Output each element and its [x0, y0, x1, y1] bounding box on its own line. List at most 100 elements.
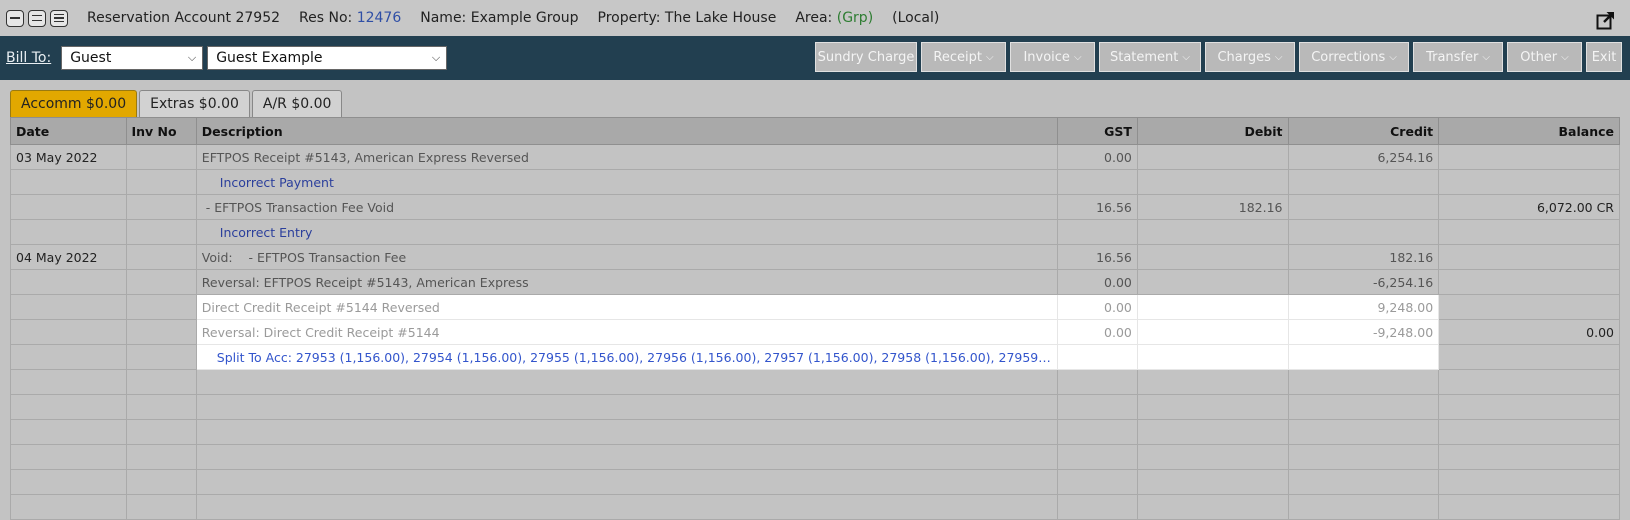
statement-button[interactable]: Statement ⌵: [1099, 42, 1201, 72]
cell-debit: [1136, 169, 1289, 195]
cell-gst: 0.00: [1056, 294, 1138, 320]
area-grp: (Grp): [836, 10, 874, 26]
bill-to-link[interactable]: Bill To:: [6, 50, 51, 66]
chevron-down-icon: ⌵: [1482, 51, 1490, 63]
cell-debit: [1136, 144, 1289, 170]
receipt-button[interactable]: Receipt ⌵: [921, 42, 1006, 72]
popout-icon[interactable]: [1596, 10, 1616, 30]
cell-balance: [1438, 169, 1620, 195]
cell-credit: [1287, 219, 1440, 245]
table-row[interactable]: 04 May 2022 Void: - EFTPOS Transaction F…: [10, 244, 1620, 270]
cell-balance: [1438, 244, 1620, 270]
area: Area: (Grp): [795, 10, 873, 26]
cell-debit: [1136, 319, 1289, 345]
account-tabs: Accomm $0.00 Extras $0.00 A/R $0.00: [10, 90, 343, 117]
tab-extras[interactable]: Extras $0.00: [139, 90, 250, 117]
bill-to-name-select[interactable]: Guest Example ⌵: [207, 46, 448, 70]
column-header-credit[interactable]: Credit: [1287, 117, 1440, 145]
cell-date: [10, 194, 127, 220]
table-row-highlighted[interactable]: Split To Acc: 27953 (1,156.00), 27954 (1…: [10, 344, 1620, 370]
res-no-label: Res No:: [299, 10, 353, 26]
cell-debit: [1136, 294, 1289, 320]
cell-description: Reversal: Direct Credit Receipt #5144: [195, 319, 1058, 345]
cell-debit: [1136, 269, 1289, 295]
cell-gst: 16.56: [1056, 244, 1138, 270]
cell-debit: 182.16: [1136, 194, 1289, 220]
cell-balance: [1438, 294, 1620, 320]
cell-description-note: Incorrect Payment: [195, 169, 1058, 195]
cell-credit: [1287, 344, 1440, 370]
other-label: Other: [1520, 49, 1558, 65]
cell-inv: [125, 269, 197, 295]
cell-gst: 0.00: [1056, 319, 1138, 345]
table-row-highlighted[interactable]: Reversal: Direct Credit Receipt #5144 0.…: [10, 319, 1620, 345]
cell-gst: 0.00: [1056, 269, 1138, 295]
charges-button[interactable]: Charges ⌵: [1205, 42, 1295, 72]
cell-inv: [125, 144, 197, 170]
table-row-highlighted[interactable]: Direct Credit Receipt #5144 Reversed 0.0…: [10, 294, 1620, 320]
empty-row: [10, 419, 1620, 445]
cell-split-to-accounts[interactable]: Split To Acc: 27953 (1,156.00), 27954 (1…: [195, 344, 1058, 370]
area-label: Area:: [795, 10, 833, 26]
sundry-charge-button[interactable]: Sundry Charge: [815, 42, 917, 72]
expanded-view-icon[interactable]: [50, 9, 68, 27]
empty-row: [10, 444, 1620, 470]
cell-credit: 6,254.16: [1287, 144, 1440, 170]
bill-to-type-select[interactable]: Guest ⌵: [61, 46, 204, 70]
cell-inv: [125, 319, 197, 345]
column-header-balance[interactable]: Balance: [1438, 117, 1620, 145]
cell-balance: [1438, 269, 1620, 295]
transfer-button[interactable]: Transfer ⌵: [1413, 42, 1503, 72]
other-button[interactable]: Other ⌵: [1507, 42, 1582, 72]
area-local: (Local): [892, 10, 940, 26]
tab-accomm[interactable]: Accomm $0.00: [10, 90, 138, 117]
column-header-date[interactable]: Date: [10, 117, 127, 145]
account-title: Reservation Account 27952: [87, 10, 281, 26]
cell-date: [10, 344, 127, 370]
cell-date: 03 May 2022: [10, 144, 127, 170]
chevron-down-icon: ⌵: [1561, 51, 1569, 63]
compact-view-icon[interactable]: [6, 9, 24, 27]
cell-inv: [125, 294, 197, 320]
chevron-down-icon: ⌵: [1182, 51, 1190, 63]
table-row[interactable]: - EFTPOS Transaction Fee Void 16.56 182.…: [10, 194, 1620, 220]
normal-view-icon[interactable]: [28, 9, 46, 27]
table-row[interactable]: Incorrect Payment: [10, 169, 1620, 195]
column-header-gst[interactable]: GST: [1056, 117, 1138, 145]
cell-balance: [1438, 144, 1620, 170]
empty-row: [10, 369, 1620, 395]
tab-ar-label: A/R $0.00: [262, 96, 332, 112]
table-row[interactable]: Reversal: EFTPOS Receipt #5143, American…: [10, 269, 1620, 295]
table-row[interactable]: 03 May 2022 EFTPOS Receipt #5143, Americ…: [10, 144, 1620, 170]
chevron-down-icon: ⌵: [1274, 51, 1283, 63]
tab-ar[interactable]: A/R $0.00: [251, 90, 343, 117]
corrections-button[interactable]: Corrections ⌵: [1299, 42, 1409, 72]
empty-row: [10, 394, 1620, 420]
column-header-inv-no[interactable]: Inv No: [125, 117, 197, 145]
empty-row: [10, 494, 1620, 520]
res-no-link[interactable]: 12476: [357, 10, 402, 26]
cell-date: [10, 319, 127, 345]
column-header-debit[interactable]: Debit: [1136, 117, 1289, 145]
cell-inv: [125, 244, 197, 270]
cell-date: [10, 294, 127, 320]
cell-gst: 0.00: [1056, 144, 1138, 170]
invoice-button[interactable]: Invoice ⌵: [1010, 42, 1095, 72]
cell-date: [10, 269, 127, 295]
receipt-label: Receipt: [933, 49, 982, 65]
cell-credit: [1287, 194, 1440, 220]
cell-gst: [1056, 169, 1138, 195]
cell-gst: 16.56: [1056, 194, 1138, 220]
group-name: Name: Example Group: [420, 10, 579, 26]
invoice-label: Invoice: [1023, 49, 1070, 65]
tab-accomm-label: Accomm $0.00: [21, 96, 127, 112]
cell-inv: [125, 169, 197, 195]
cell-credit: 9,248.00: [1287, 294, 1440, 320]
transactions-table: Date Inv No Description GST Debit Credit…: [10, 117, 1620, 520]
toolbar: Bill To: Guest ⌵ Guest Example ⌵ Sundry …: [0, 36, 1630, 80]
cell-date: [10, 169, 127, 195]
table-row[interactable]: Incorrect Entry: [10, 219, 1620, 245]
exit-button[interactable]: Exit: [1586, 42, 1622, 72]
column-header-description[interactable]: Description: [195, 117, 1058, 145]
cell-description-note: Incorrect Entry: [195, 219, 1058, 245]
